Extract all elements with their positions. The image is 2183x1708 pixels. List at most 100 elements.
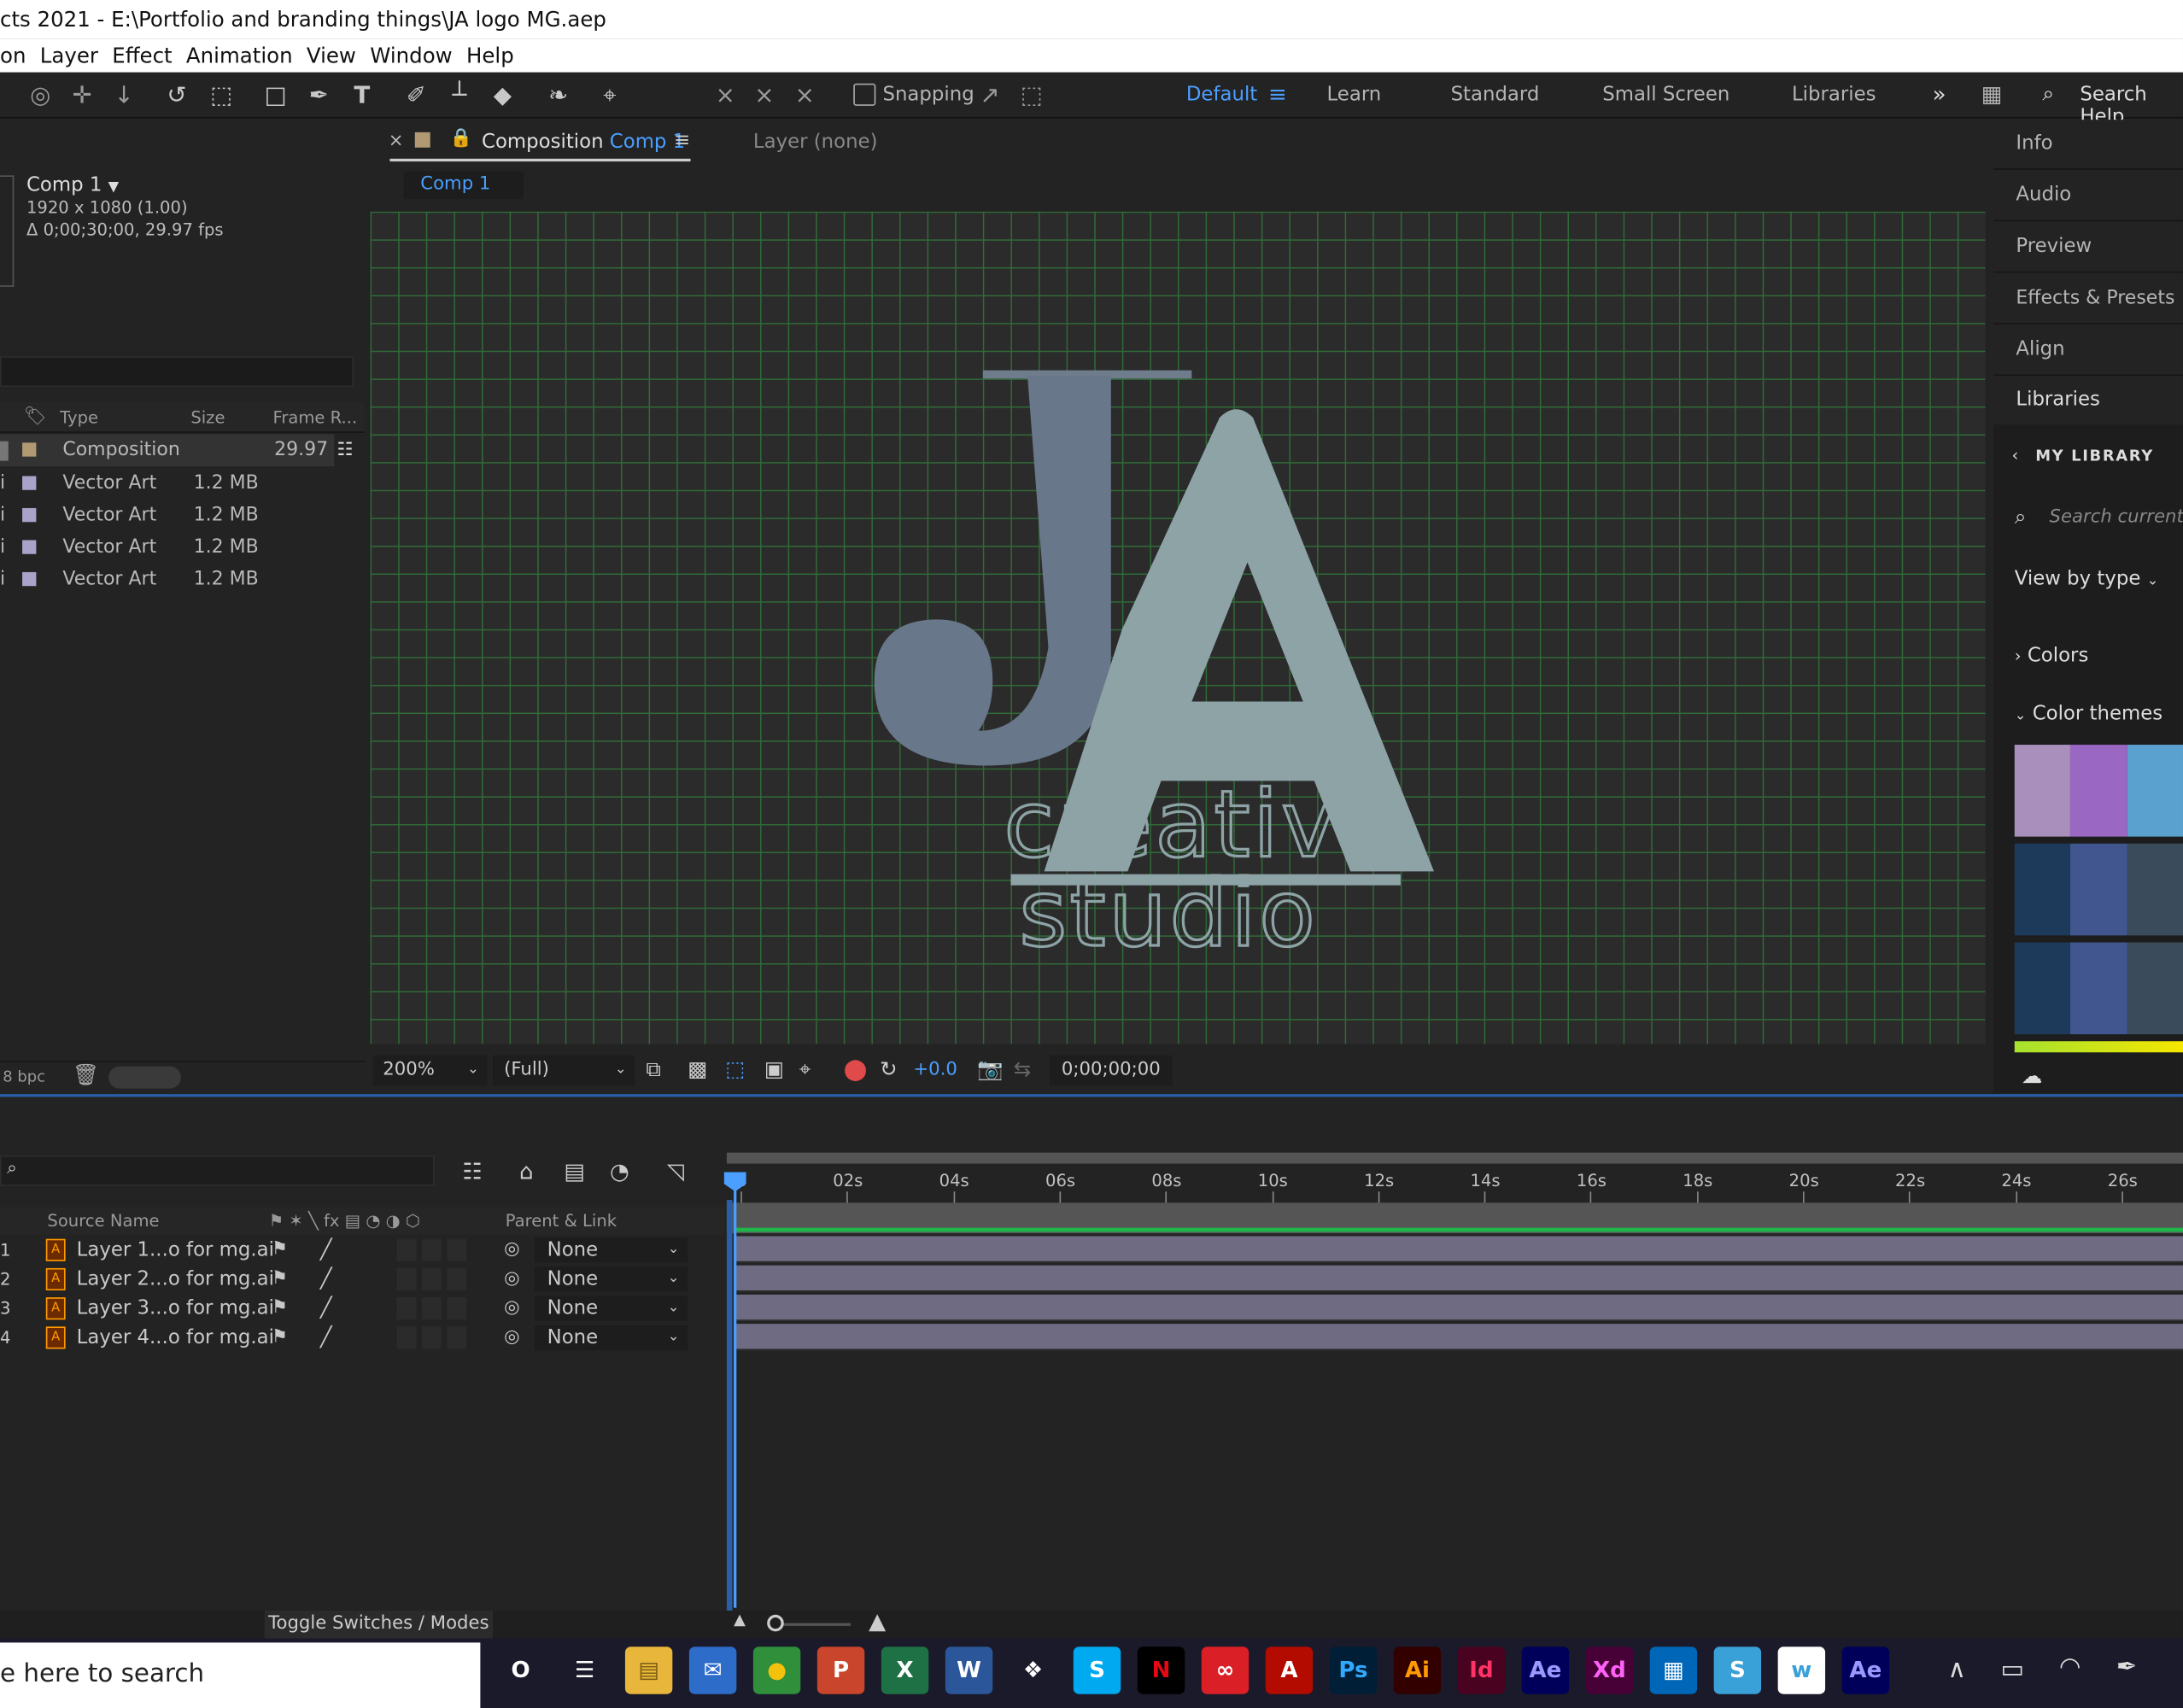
- orbit-camera-icon[interactable]: ◎: [25, 81, 56, 112]
- view-by-type-dropdown[interactable]: View by type ⌄: [2015, 568, 2159, 590]
- zoom-dropdown[interactable]: 200% ⌄: [372, 1055, 488, 1086]
- frame-blending-icon[interactable]: ▤: [564, 1158, 585, 1184]
- toggle-switches-modes-button[interactable]: Toggle Switches / Modes: [264, 1610, 494, 1639]
- color-theme-swatch-partial[interactable]: [2014, 1041, 2183, 1053]
- label-color-swatch[interactable]: [22, 442, 37, 457]
- dropbox-icon[interactable]: ❖: [1010, 1647, 1056, 1693]
- workspace-menu-icon[interactable]: ≡: [1268, 81, 1287, 108]
- project-item-row[interactable]: i Vector Art 1.2 MB: [0, 564, 334, 595]
- pick-whip-icon[interactable]: ◎: [504, 1236, 519, 1264]
- switch-cell[interactable]: [421, 1326, 442, 1349]
- color-theme-swatch[interactable]: [2014, 942, 2183, 1035]
- photoshop-icon[interactable]: Ps: [1329, 1647, 1378, 1694]
- shy-switch-icon[interactable]: ⚑: [272, 1266, 288, 1294]
- grid-guides-icon[interactable]: ⌖: [799, 1056, 811, 1081]
- tab-composition[interactable]: Composition Comp 1: [482, 131, 685, 153]
- comp-breadcrumb[interactable]: Comp 1: [403, 171, 524, 200]
- layer-source-name[interactable]: Layer 4...o for mg.ai: [77, 1324, 274, 1352]
- motion-blur-icon[interactable]: ◔: [610, 1158, 629, 1184]
- panel-align[interactable]: Align: [2016, 338, 2064, 360]
- pen-tool-icon[interactable]: ✒: [303, 81, 334, 112]
- bpc-button[interactable]: 8 bpc: [3, 1068, 45, 1085]
- switch-cell[interactable]: [396, 1326, 417, 1349]
- timeline-layer-row[interactable]: 1 A Layer 1...o for mg.ai ⚑ ╱ ◎ None ⌄: [0, 1236, 724, 1264]
- rectangle-tool-icon[interactable]: □: [260, 81, 291, 112]
- parent-link-dropdown[interactable]: None ⌄: [534, 1266, 688, 1292]
- quality-switch-icon[interactable]: ╱: [320, 1236, 332, 1264]
- taskbar-search-text[interactable]: e here to search: [0, 1659, 204, 1688]
- clone-stamp-tool-icon[interactable]: ┴: [444, 81, 475, 112]
- project-comp-name[interactable]: Comp 1 ▼: [26, 174, 119, 196]
- word-icon[interactable]: W: [945, 1647, 993, 1694]
- show-hidden-icons-icon[interactable]: ∧: [1948, 1655, 1966, 1684]
- pick-whip-icon[interactable]: ◎: [504, 1295, 519, 1323]
- label-color-swatch[interactable]: [22, 476, 37, 490]
- work-area-bar[interactable]: [726, 1152, 2183, 1164]
- shy-switch-icon[interactable]: ⚑: [272, 1324, 288, 1352]
- parent-link-dropdown[interactable]: None ⌄: [534, 1325, 688, 1351]
- snap-edges-icon[interactable]: ↗: [974, 81, 1005, 112]
- show-snapshot-icon[interactable]: ⇆: [1014, 1056, 1032, 1081]
- menu-item-help[interactable]: Help: [466, 39, 514, 73]
- switch-cell[interactable]: [447, 1326, 467, 1349]
- xd-icon[interactable]: Xd: [1585, 1647, 1634, 1694]
- color-themes-section[interactable]: ⌄ Color themes: [2015, 703, 2163, 725]
- comp-mini-flowchart-icon[interactable]: ☷: [462, 1158, 482, 1184]
- lock-icon[interactable]: 🔒: [450, 128, 472, 149]
- project-item-row[interactable]: i Vector Art 1.2 MB: [0, 468, 334, 500]
- panel-info[interactable]: Info: [2016, 132, 2052, 155]
- workspace-libraries[interactable]: Libraries: [1792, 84, 1876, 106]
- resolution-dropdown[interactable]: (Full) ⌄: [493, 1055, 635, 1086]
- parent-link-dropdown[interactable]: None ⌄: [534, 1296, 688, 1321]
- layer-source-name[interactable]: Layer 2...o for mg.ai: [77, 1266, 274, 1294]
- project-item-row[interactable]: Composition 29.97 ☷: [0, 434, 353, 467]
- project-item-row[interactable]: i Vector Art 1.2 MB: [0, 500, 334, 531]
- panel-audio[interactable]: Audio: [2016, 184, 2071, 206]
- snapshot-icon[interactable]: 📷: [977, 1056, 1003, 1081]
- timeline-layer-row[interactable]: 3 A Layer 3...o for mg.ai ⚑ ╱ ◎ None ⌄: [0, 1295, 724, 1323]
- axis-local-icon[interactable]: ⨯: [710, 81, 740, 112]
- pan-behind-tool-icon[interactable]: ⬚: [206, 81, 237, 112]
- shy-layers-icon[interactable]: ⌂: [519, 1158, 534, 1184]
- panel-preview[interactable]: Preview: [2016, 235, 2092, 257]
- switch-cell[interactable]: [447, 1267, 467, 1291]
- timeline-layer-row[interactable]: 4 A Layer 4...o for mg.ai ⚑ ╱ ◎ None ⌄: [0, 1324, 724, 1352]
- netflix-icon[interactable]: N: [1137, 1647, 1185, 1694]
- chrome-icon[interactable]: ●: [752, 1647, 801, 1694]
- excel-icon[interactable]: X: [881, 1647, 929, 1694]
- menu-item-layer[interactable]: Layer: [40, 39, 98, 73]
- s-app-icon[interactable]: S: [1713, 1647, 1762, 1694]
- reset-exposure-icon[interactable]: ↻: [880, 1056, 898, 1081]
- layer-source-name[interactable]: Layer 1...o for mg.ai: [77, 1236, 274, 1264]
- library-search-input[interactable]: Search current l: [2050, 506, 2183, 527]
- panel-libraries[interactable]: Libraries: [2016, 389, 2100, 411]
- switch-cell[interactable]: [421, 1238, 442, 1261]
- switch-cell[interactable]: [396, 1297, 417, 1320]
- menu-item-animation[interactable]: Animation: [186, 39, 293, 73]
- quality-switch-icon[interactable]: ╱: [320, 1266, 332, 1294]
- zoom-slider[interactable]: [774, 1623, 851, 1626]
- switch-cell[interactable]: [447, 1297, 467, 1320]
- column-source-name[interactable]: Source Name: [47, 1207, 159, 1235]
- w-app-icon[interactable]: w: [1777, 1647, 1826, 1694]
- after-effects-icon[interactable]: Ae: [1521, 1647, 1570, 1694]
- file-explorer-icon[interactable]: ▤: [624, 1647, 673, 1694]
- layer-duration-bar[interactable]: [734, 1265, 2183, 1292]
- trash-icon[interactable]: 🗑: [73, 1062, 99, 1087]
- switch-cell[interactable]: [421, 1267, 442, 1291]
- project-item-row[interactable]: i Vector Art 1.2 MB: [0, 532, 334, 564]
- time-ruler[interactable]: 0s02s04s06s08s10s12s14s16s18s20s22s24s26…: [726, 1163, 2183, 1203]
- project-search-input[interactable]: [0, 356, 354, 388]
- store-icon[interactable]: ▦: [1649, 1647, 1698, 1694]
- switch-cell[interactable]: [421, 1297, 442, 1320]
- color-theme-swatch[interactable]: [2014, 745, 2183, 837]
- pan-camera-icon[interactable]: ✛: [67, 81, 97, 112]
- mask-visibility-icon[interactable]: ⬚: [725, 1056, 745, 1081]
- zoom-out-icon[interactable]: ▲: [734, 1611, 746, 1629]
- battery-icon[interactable]: ▭: [2000, 1655, 2024, 1684]
- label-color-swatch[interactable]: [22, 571, 37, 587]
- tab-menu-icon[interactable]: ≡: [674, 130, 690, 152]
- layer-duration-bar[interactable]: [734, 1294, 2183, 1321]
- zoom-slider-thumb[interactable]: [767, 1614, 784, 1632]
- column-size[interactable]: Size: [190, 402, 225, 433]
